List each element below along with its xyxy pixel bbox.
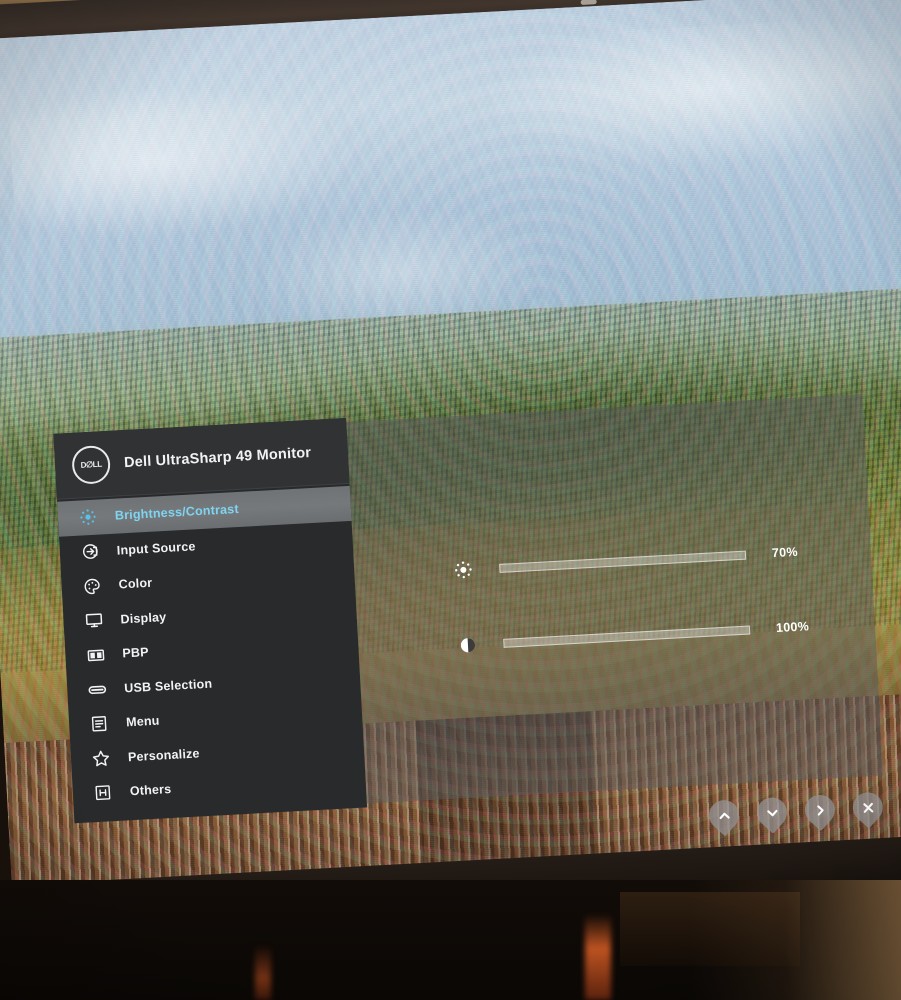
bezel-sensor-icon bbox=[580, 0, 597, 5]
osd-content-panel: 70% 100% bbox=[346, 394, 884, 804]
chevron-up-icon bbox=[708, 801, 739, 829]
close-x-icon bbox=[852, 794, 883, 822]
color-icon bbox=[81, 576, 102, 597]
contrast-value: 100% bbox=[775, 619, 810, 636]
sidebar-item-label: Input Source bbox=[116, 539, 196, 558]
contrast-half-circle-icon bbox=[456, 633, 479, 656]
osd-sidebar: D∅LL Dell UltraSharp 49 Monitor Brightne… bbox=[53, 418, 368, 824]
screenshot-root: 70% 100% D∅LL Dell UltraSharp 49 Monitor… bbox=[0, 0, 901, 1000]
brightness-sun-icon bbox=[452, 558, 475, 581]
ambient-warm-light bbox=[691, 880, 901, 1000]
sidebar-item-label: Personalize bbox=[127, 746, 200, 765]
osd-nav-select-button[interactable] bbox=[798, 788, 842, 834]
brightness-slider-row[interactable]: 70% bbox=[354, 536, 872, 588]
brightness-value: 70% bbox=[771, 544, 799, 561]
wallpaper-snow-patch-right bbox=[476, 16, 895, 180]
personalize-star-icon bbox=[91, 748, 112, 769]
sidebar-item-label: Others bbox=[129, 782, 172, 799]
osd-menu: 70% 100% D∅LL Dell UltraSharp 49 Monitor… bbox=[53, 390, 884, 824]
menu-icon bbox=[89, 714, 110, 735]
sidebar-item-label: Brightness/Contrast bbox=[114, 502, 240, 523]
dell-logo-icon: D∅LL bbox=[71, 444, 112, 485]
chevron-down-icon bbox=[756, 799, 787, 827]
svg-text:D∅LL: D∅LL bbox=[80, 460, 102, 470]
chevron-right-icon bbox=[804, 796, 835, 824]
sidebar-item-label: Display bbox=[120, 609, 167, 627]
others-icon bbox=[92, 782, 113, 803]
ambient-red-light bbox=[585, 914, 611, 1000]
display-icon bbox=[83, 610, 104, 631]
input-source-icon bbox=[79, 541, 100, 562]
sidebar-item-label: Menu bbox=[125, 713, 160, 730]
sidebar-item-label: Color bbox=[118, 575, 153, 592]
osd-menu-list: Brightness/Contrast Input Source Color D… bbox=[57, 484, 366, 812]
contrast-slider-track[interactable] bbox=[503, 624, 751, 648]
contrast-slider-row[interactable]: 100% bbox=[358, 611, 876, 663]
osd-title: Dell UltraSharp 49 Monitor bbox=[123, 444, 312, 471]
usb-selection-icon bbox=[87, 679, 108, 700]
monitor-screen: 70% 100% D∅LL Dell UltraSharp 49 Monitor… bbox=[0, 0, 901, 919]
ambient-red-light-secondary bbox=[255, 945, 271, 1000]
osd-nav-down-button[interactable] bbox=[750, 791, 794, 837]
brightness-contrast-icon bbox=[77, 507, 98, 528]
osd-nav-up-button[interactable] bbox=[702, 793, 746, 839]
sidebar-item-label: USB Selection bbox=[123, 676, 213, 696]
pbp-icon bbox=[85, 645, 106, 666]
sidebar-item-label: PBP bbox=[122, 645, 150, 661]
osd-nav-exit-button[interactable] bbox=[846, 786, 889, 832]
brightness-slider-track[interactable] bbox=[499, 550, 747, 573]
